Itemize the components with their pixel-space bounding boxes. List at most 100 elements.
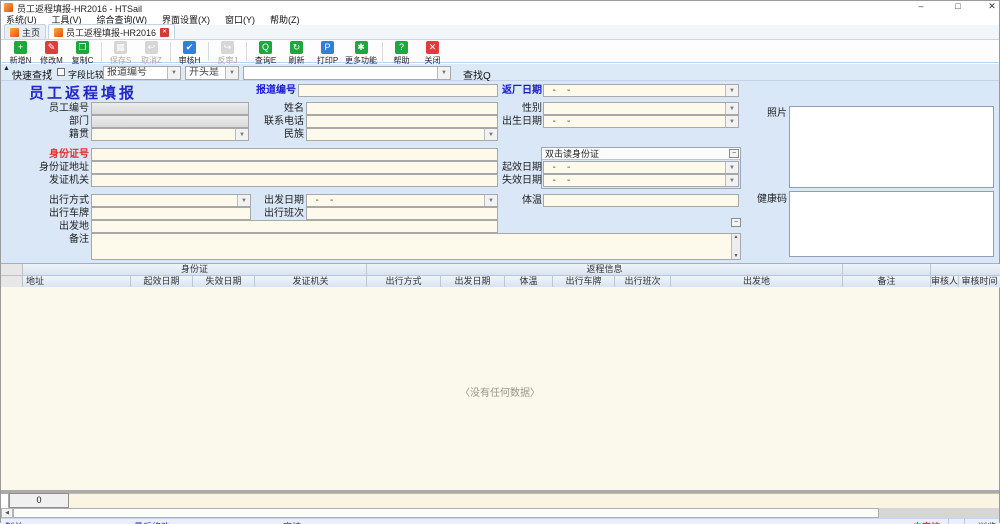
- dropdown-arrow-icon[interactable]: ▼: [225, 67, 238, 79]
- cancel-icon: ↩: [145, 41, 158, 54]
- audit-icon: ✔: [183, 41, 196, 54]
- mode-label: 浏览: [978, 520, 996, 524]
- birth-date-value: - -: [547, 116, 570, 127]
- tab-home[interactable]: 主页: [4, 24, 46, 39]
- return-date-input[interactable]: - - ▼: [543, 84, 739, 97]
- depart-place-input[interactable]: [91, 220, 498, 233]
- plate-no-label: 出行车牌: [29, 208, 89, 220]
- name-label: 姓名: [244, 103, 304, 115]
- trip-no-input[interactable]: [306, 207, 498, 220]
- toolbar-button-unaudit: ↪反审J: [213, 41, 242, 66]
- valid-to-value: - -: [547, 175, 570, 186]
- dropdown-arrow-icon[interactable]: ▼: [437, 67, 450, 79]
- temperature-label: 体温: [482, 195, 542, 207]
- close-window-button[interactable]: ✕: [985, 1, 999, 12]
- dropdown-arrow-icon[interactable]: ▼: [725, 85, 738, 96]
- ethnicity-select[interactable]: ▼: [306, 128, 498, 141]
- toolbar-button-close[interactable]: ✕关闭: [418, 41, 447, 66]
- quickfind-value-select[interactable]: ▼: [243, 66, 451, 80]
- ethnicity-label: 民族: [244, 129, 304, 141]
- toolbar-button-audit[interactable]: ✔审核H: [175, 41, 204, 66]
- toolbar-button-print[interactable]: P打印P: [313, 41, 342, 66]
- collapse-minus-icon[interactable]: −: [731, 218, 741, 227]
- dropdown-arrow-icon[interactable]: ▼: [167, 67, 180, 79]
- collapse-minus-icon[interactable]: −: [729, 149, 739, 158]
- id-addr-label: 身份证地址: [19, 162, 89, 174]
- report-no-input[interactable]: [298, 84, 498, 97]
- grid-band-empty: [843, 264, 931, 276]
- tab-label: 主页: [22, 26, 40, 39]
- form-panel: 员工返程填报 报道编号 返厂日期 - - ▼ 员工编号 姓名 性别 ▼ 部门 联…: [1, 81, 999, 263]
- scroll-left-icon[interactable]: ◀: [1, 508, 13, 518]
- phone-label: 联系电话: [244, 116, 304, 128]
- emp-no-input: [91, 102, 249, 115]
- quickfind-field-select[interactable]: 报道编号 ▼: [103, 66, 181, 80]
- gender-select[interactable]: ▼: [543, 102, 739, 115]
- id-reader-hint[interactable]: 双击读身份证: [542, 148, 740, 160]
- remark-scrollbar[interactable]: ▲ ▼: [731, 234, 740, 259]
- quickfind-label[interactable]: 快速查找: [12, 67, 52, 82]
- toolbar-button-more[interactable]: ✱更多功能: [344, 41, 378, 66]
- id-no-label: 身份证号: [29, 149, 89, 161]
- unaudit-icon: ↪: [221, 41, 234, 54]
- name-input[interactable]: [306, 102, 498, 115]
- tab-current[interactable]: 员工返程填报-HR2016✕: [48, 24, 175, 39]
- toolbar-button-query[interactable]: Q查询E: [251, 41, 280, 66]
- dropdown-arrow-icon[interactable]: ▼: [725, 175, 738, 186]
- quickfind-operator-select[interactable]: 开头是 ▼: [185, 66, 239, 80]
- native-place-select[interactable]: ▼: [91, 128, 249, 141]
- photo-label: 照片: [727, 108, 787, 120]
- scroll-down-icon[interactable]: ▼: [734, 253, 739, 259]
- copy-icon: ❐: [76, 41, 89, 54]
- quickfind-menu-icon[interactable]: ▼: [47, 69, 53, 75]
- toolbar-button-modify[interactable]: ✎修改M: [37, 41, 66, 66]
- birth-date-input[interactable]: - - ▼: [543, 115, 739, 128]
- print-icon: P: [321, 41, 334, 54]
- minimize-button[interactable]: –: [914, 1, 928, 11]
- grid-header: 身份证返程信息 地址起效日期失效日期发证机关出行方式出发日期体温出行车牌出行班次…: [1, 263, 999, 288]
- creator-label: 制单:: [5, 520, 26, 524]
- remark-textarea[interactable]: ▲ ▼: [91, 233, 741, 260]
- page-title: 员工返程填报: [29, 82, 137, 103]
- horizontal-scrollbar[interactable]: ◀: [1, 508, 999, 518]
- toolbar: +新增N✎修改M❐复制C▦保存S↩取消Z✔审核H↪反审JQ查询E↻刷新P打印P✱…: [1, 40, 999, 63]
- birth-date-label: 出生日期: [482, 116, 542, 128]
- photo-box[interactable]: [789, 106, 994, 188]
- health-code-box[interactable]: [789, 191, 994, 257]
- panel-collapse-icon[interactable]: ▲: [3, 65, 10, 72]
- refresh-icon: ↻: [290, 41, 303, 54]
- field-compare-checkbox[interactable]: [57, 68, 65, 76]
- toolbar-button-help[interactable]: ?帮助: [387, 41, 416, 66]
- toolbar-button-refresh[interactable]: ↻刷新: [282, 41, 311, 66]
- id-no-input[interactable]: [91, 148, 498, 161]
- valid-from-input[interactable]: - - ▼: [543, 161, 739, 174]
- tab-close-icon[interactable]: ✕: [160, 28, 169, 37]
- scrollbar-thumb[interactable]: [13, 508, 879, 518]
- valid-to-input[interactable]: - - ▼: [543, 174, 739, 187]
- dept-input: [91, 115, 249, 128]
- dropdown-arrow-icon[interactable]: ▼: [484, 129, 497, 140]
- valid-from-label: 起效日期: [482, 162, 542, 174]
- depart-date-input[interactable]: - - ▼: [306, 194, 498, 207]
- id-addr-input[interactable]: [91, 161, 498, 174]
- search-button[interactable]: 查找Q: [463, 67, 491, 82]
- toolbar-button-add[interactable]: +新增N: [6, 41, 35, 66]
- audit-status-badge: 未审核: [913, 520, 940, 524]
- add-icon: +: [14, 41, 27, 54]
- query-icon: Q: [259, 41, 272, 54]
- temperature-input[interactable]: [543, 194, 739, 207]
- titlebar: 员工返程填报-HR2016 - HTSail – □ ✕: [1, 1, 999, 14]
- scrollbar-track[interactable]: [879, 508, 999, 518]
- gender-label: 性别: [482, 103, 542, 115]
- travel-mode-select[interactable]: ▼: [91, 194, 251, 207]
- grid-body[interactable]: 〈没有任何数据〉: [1, 287, 999, 490]
- close-icon: ✕: [426, 41, 439, 54]
- scroll-up-icon[interactable]: ▲: [734, 234, 739, 240]
- return-date-value: - -: [547, 85, 570, 96]
- phone-input[interactable]: [306, 115, 498, 128]
- id-issuer-input[interactable]: [91, 174, 498, 187]
- toolbar-button-copy[interactable]: ❐复制C: [68, 41, 97, 66]
- plate-no-input[interactable]: [91, 207, 251, 220]
- dropdown-arrow-icon[interactable]: ▼: [725, 162, 738, 173]
- maximize-button[interactable]: □: [951, 1, 965, 11]
